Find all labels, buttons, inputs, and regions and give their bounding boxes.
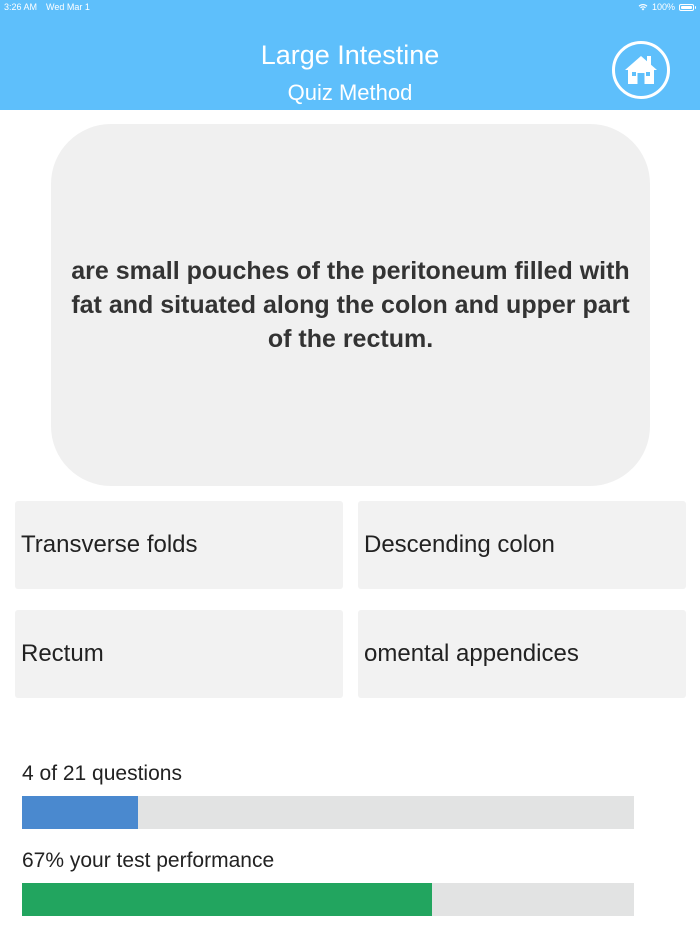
performance-track xyxy=(22,883,634,916)
home-button[interactable] xyxy=(612,41,670,99)
question-text: are small pouches of the peritoneum fill… xyxy=(71,257,630,353)
questions-progress-label: 4 of 21 questions xyxy=(22,762,182,785)
battery-percent: 100% xyxy=(651,2,675,12)
page-subtitle: Quiz Method xyxy=(287,80,413,105)
battery-icon xyxy=(679,3,696,11)
question-card: are small pouches of the peritoneum fill… xyxy=(51,124,650,486)
questions-progress-track xyxy=(22,796,634,829)
performance-label: 67% your test performance xyxy=(22,849,275,872)
status-bar-right: 100% xyxy=(638,2,696,12)
status-bar-left: 3:26 AM Wed Mar 1 xyxy=(4,2,99,12)
header-bar: 3:26 AM Wed Mar 1 100% Large Intestine Qu… xyxy=(0,0,700,110)
status-time: 3:26 AM xyxy=(4,2,38,12)
wifi-icon xyxy=(638,4,648,11)
page-title: Large Intestine xyxy=(260,40,440,70)
answer-option-3[interactable]: Rectum xyxy=(15,610,343,698)
performance-fill xyxy=(22,883,433,916)
answer-option-2[interactable]: Descending colon xyxy=(358,501,686,589)
answer-option-4[interactable]: omental appendices xyxy=(358,610,686,698)
questions-progress-fill xyxy=(22,796,139,829)
answer-option-1[interactable]: Transverse folds xyxy=(15,501,343,589)
home-icon xyxy=(625,56,657,84)
status-date: Wed Mar 1 xyxy=(46,2,90,12)
